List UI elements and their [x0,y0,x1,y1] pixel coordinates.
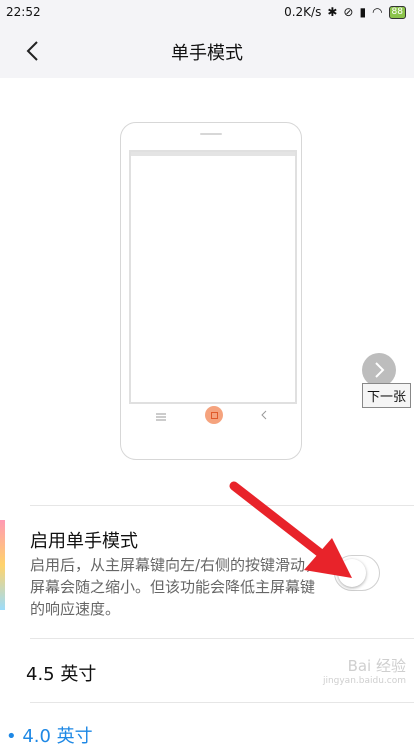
home-key-icon [205,406,223,424]
status-time: 22:52 [6,5,41,19]
size-option-4-5[interactable]: 4.5 英寸 [26,660,96,686]
bluetooth-icon: ✱ [327,5,338,19]
watermark: Bai 经验 jingyan.baidu.com [323,655,406,686]
phone-speaker [200,133,222,135]
divider [30,702,414,703]
menu-icon [156,413,166,421]
network-speed: 0.2K/s [284,5,322,19]
watermark-text: Bai 经验 [347,657,406,675]
phone-screen [129,150,297,404]
left-edge-decoration [0,520,5,610]
wifi-icon: ◠ [372,5,383,19]
next-image-button[interactable] [362,353,396,387]
chevron-right-icon [375,362,385,378]
phone-preview [120,122,302,460]
status-bar: 22:52 0.2K/s ✱ ⊘ ▮ ◠ 88 [0,0,414,26]
signal-icon: ▮ [359,5,367,19]
size-option-4-0[interactable]: • 4.0 英寸 [6,722,93,748]
next-image-tooltip: 下一张 [362,383,412,408]
header-bar: 单手模式 [0,26,414,78]
one-hand-mode-title: 启用单手模式 [30,531,138,552]
red-annotation-arrow-icon [229,481,352,578]
page-title: 单手模式 [171,43,243,64]
watermark-subtext: jingyan.baidu.com [322,676,406,686]
nav-back-icon [261,410,267,420]
mute-icon: ⊘ [343,5,354,19]
status-icons: 0.2K/s ✱ ⊘ ▮ ◠ 88 [284,5,406,19]
battery-icon: 88 [388,5,406,19]
divider [30,638,414,639]
